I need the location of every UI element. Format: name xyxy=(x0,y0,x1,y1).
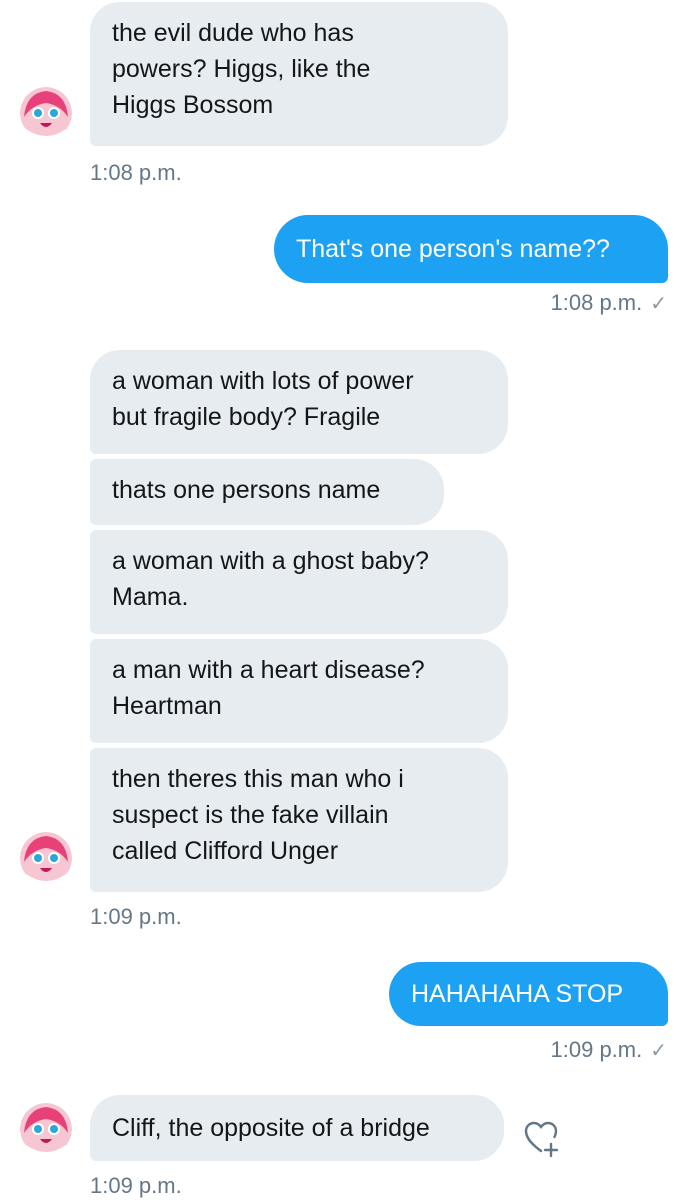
timestamp: 1:08 p.m. xyxy=(90,160,182,185)
timestamp: 1:09 p.m. xyxy=(90,1173,182,1198)
incoming-message[interactable]: a man with a heart disease? Heartman xyxy=(90,639,508,743)
incoming-message[interactable]: then theres this man who i suspect is th… xyxy=(90,748,508,892)
checkmark-icon: ✓ xyxy=(650,293,667,315)
checkmark-icon: ✓ xyxy=(650,1040,667,1062)
incoming-message[interactable]: Cliff, the opposite of a bridge xyxy=(90,1095,504,1161)
avatar[interactable] xyxy=(20,1103,72,1155)
incoming-message[interactable]: a woman with lots of power but fragile b… xyxy=(90,350,508,454)
timestamp-text: 1:08 p.m. xyxy=(550,290,643,315)
timestamp-text: 1:09 p.m. xyxy=(550,1037,643,1062)
incoming-message[interactable]: the evil dude who has powers? Higgs, lik… xyxy=(90,2,508,146)
outgoing-message[interactable]: HAHAHAHA STOP xyxy=(389,962,668,1026)
timestamp: 1:09 p.m. ✓ xyxy=(551,1036,667,1065)
heart-plus-icon[interactable] xyxy=(522,1118,562,1158)
timestamp: 1:08 p.m. ✓ xyxy=(551,289,667,318)
outgoing-message[interactable]: That's one person's name?? xyxy=(274,215,668,283)
incoming-message[interactable]: thats one persons name xyxy=(90,459,444,525)
timestamp: 1:09 p.m. xyxy=(90,904,182,929)
incoming-message[interactable]: a woman with a ghost baby? Mama. xyxy=(90,530,508,634)
avatar[interactable] xyxy=(20,832,72,884)
avatar[interactable] xyxy=(20,87,72,139)
